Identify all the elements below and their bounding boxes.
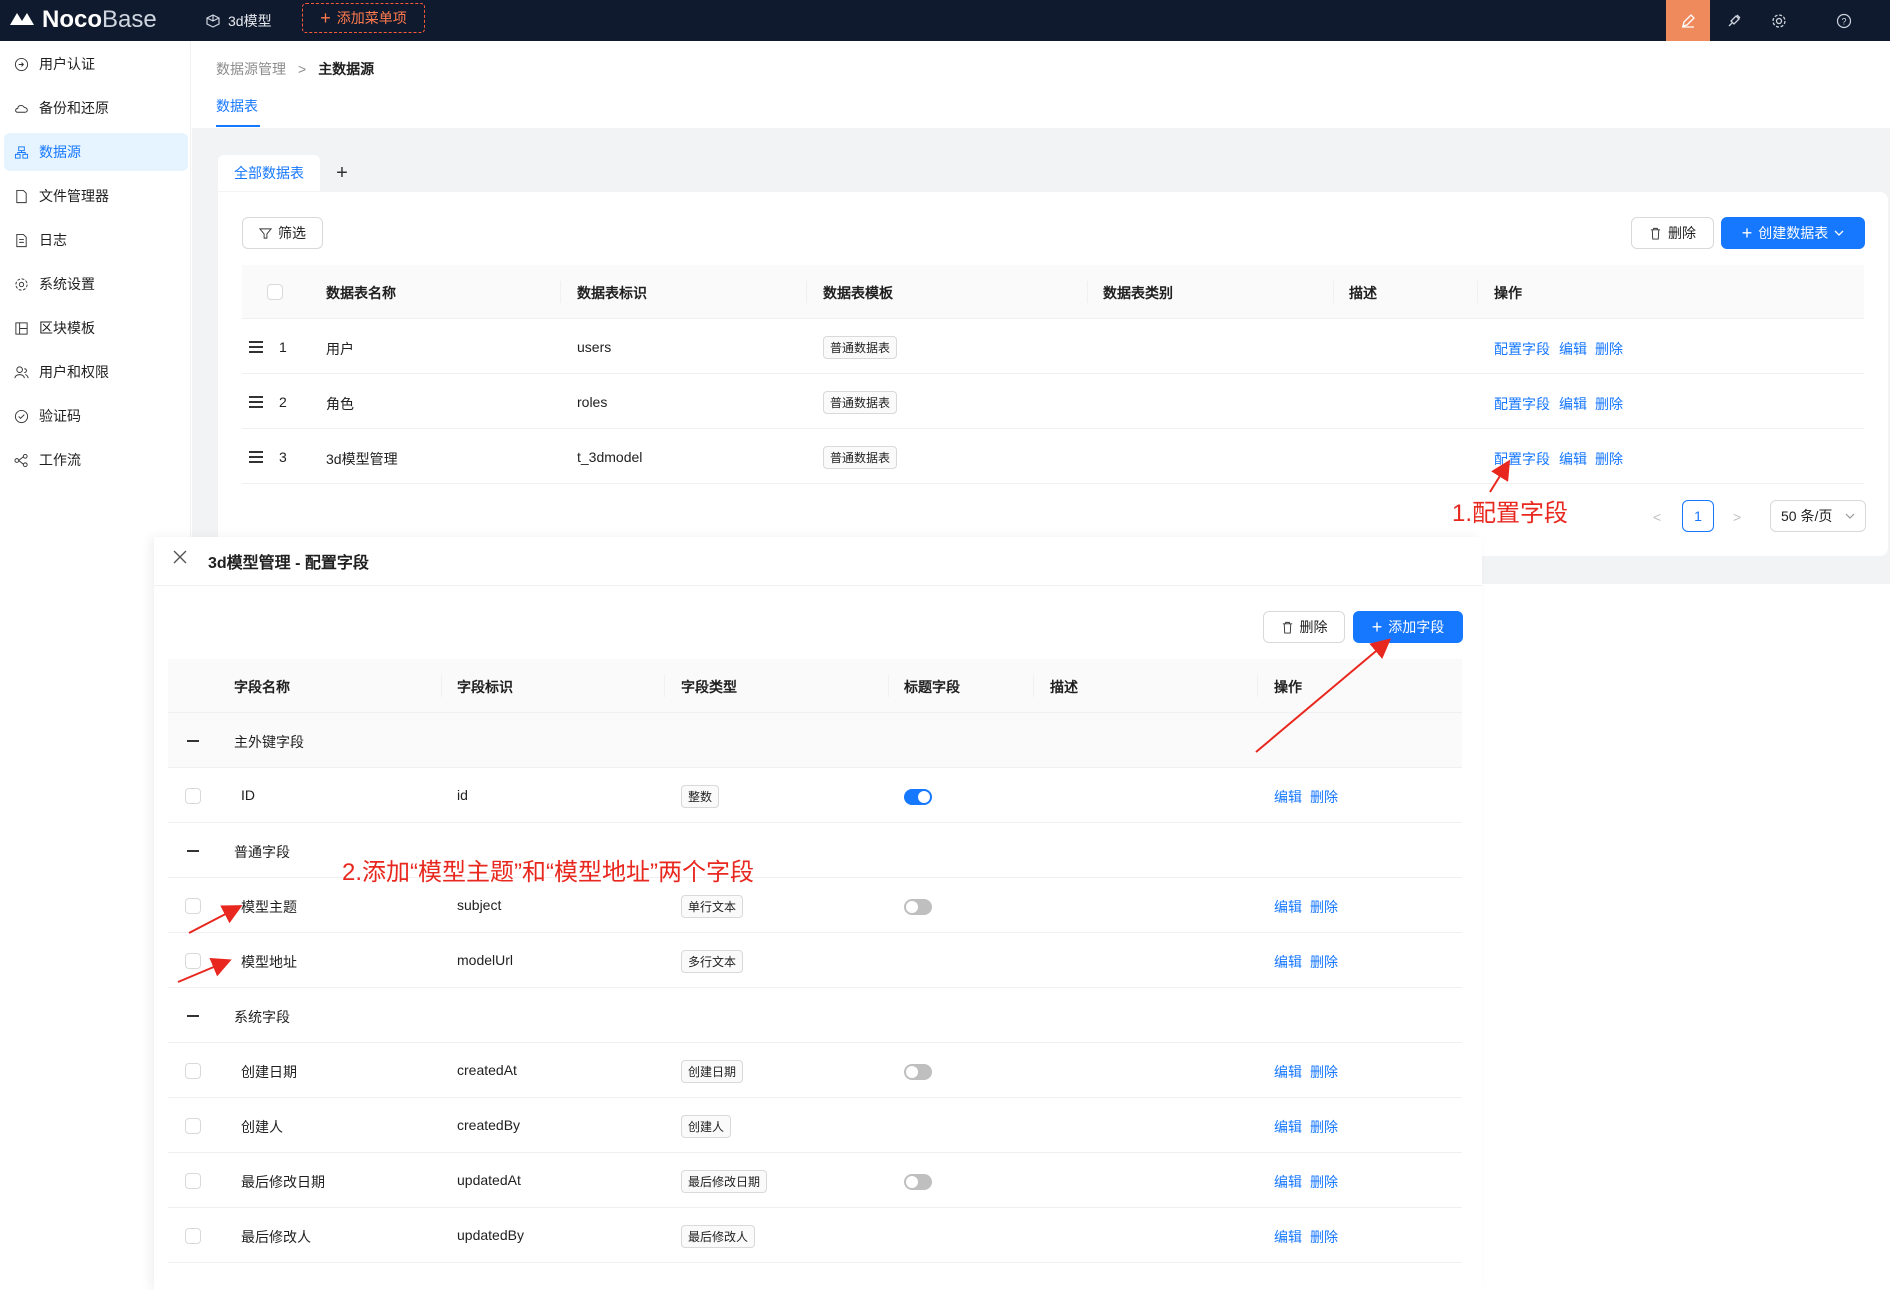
arrow-to-modelurl-field (177, 957, 232, 983)
annotation-arrows (177, 459, 1511, 983)
arrow-to-subject-field (188, 905, 243, 934)
arrow-to-configure-fields (1489, 459, 1511, 493)
arrow-to-add-field (1255, 638, 1392, 753)
